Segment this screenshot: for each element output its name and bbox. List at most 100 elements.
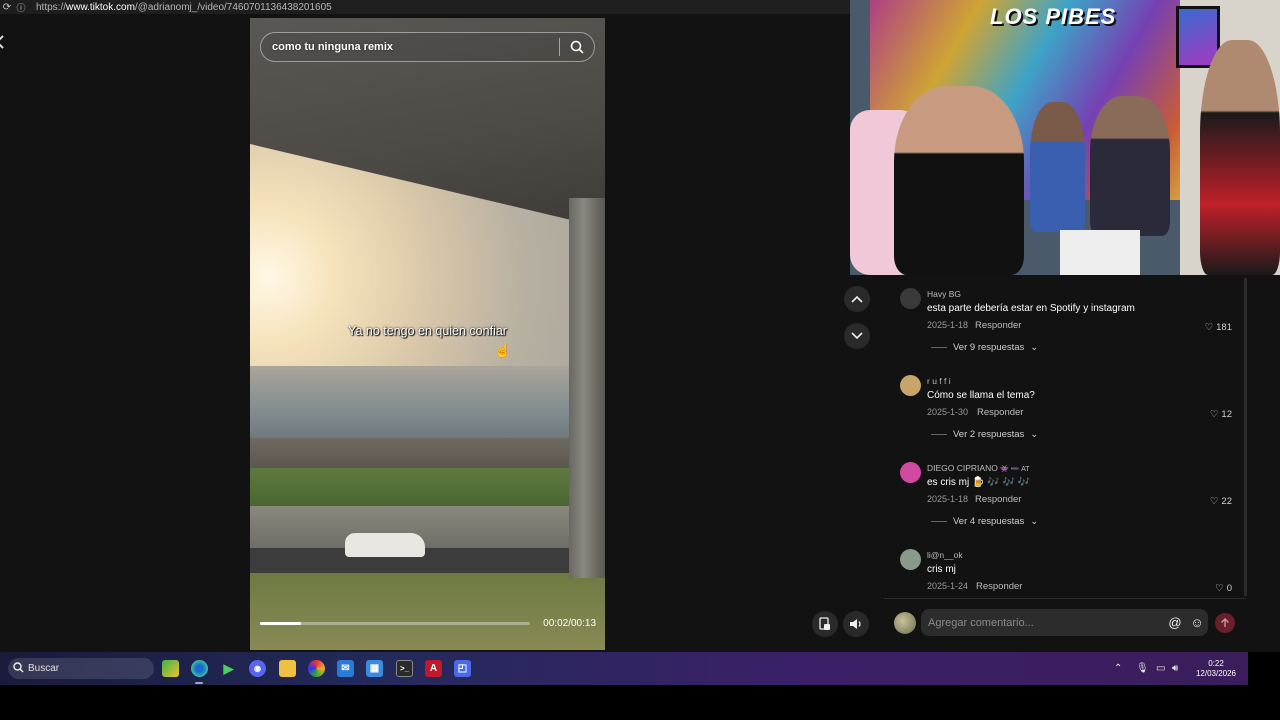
current-user-avatar[interactable]: [894, 612, 916, 634]
reload-icon[interactable]: ⟳: [0, 2, 14, 13]
screen-border: [1248, 652, 1280, 685]
active-app-indicator: [195, 682, 203, 684]
like-button[interactable]: ♡ 181: [1205, 322, 1232, 333]
video-frame-lawn: [250, 573, 605, 650]
comment-avatar[interactable]: [900, 288, 921, 309]
comment-date: 2025-1-30: [927, 407, 969, 417]
webcam-table: [1060, 230, 1140, 275]
comment-text: Cómo se llama el tema?: [927, 390, 1035, 401]
comment-input-box[interactable]: @ ☺: [921, 609, 1208, 636]
comment-avatar[interactable]: [900, 549, 921, 570]
like-button[interactable]: ♡ 12: [1210, 409, 1232, 420]
terminal-icon[interactable]: >_: [396, 660, 413, 677]
chevron-down-icon: ⌄: [1030, 429, 1039, 440]
heart-icon: ♡: [1204, 322, 1214, 333]
video-timecode: 00:02/00:13: [543, 618, 596, 629]
taskbar: Buscar ▶ ◉ ✉ ▦ >_ A ◰ ⌃ 🎙︎ ▭ 🔊︎ 0:22 12/…: [0, 652, 1248, 685]
comment-username[interactable]: Havy BG: [927, 289, 961, 299]
volume-button[interactable]: [843, 611, 869, 637]
play-store-icon[interactable]: ▶: [220, 660, 237, 677]
screen-border: [0, 685, 1280, 720]
comments-list[interactable]: Havy BG esta parte debería estar en Spot…: [884, 278, 1246, 596]
video-frame-wall: [250, 506, 605, 548]
clock-time: 0:22: [1208, 659, 1224, 668]
comment-text: esta parte debería estar en Spotify y in…: [927, 303, 1135, 314]
view-replies-button[interactable]: Ver 2 respuestas ⌄: [931, 429, 1038, 440]
video-search-box[interactable]: como tu ninguna remix: [260, 32, 595, 62]
like-count: 22: [1221, 496, 1232, 507]
reply-button[interactable]: Responder: [975, 494, 1021, 505]
taskbar-search[interactable]: Buscar: [8, 658, 154, 679]
network-icon[interactable]: ▭: [1156, 663, 1165, 674]
view-replies-button[interactable]: Ver 4 respuestas ⌄: [931, 516, 1038, 527]
reply-button[interactable]: Responder: [977, 407, 1023, 418]
microphone-icon[interactable]: 🎙︎: [1136, 663, 1149, 674]
webcam-person: [894, 86, 1024, 275]
comment-input[interactable]: [921, 616, 1164, 629]
acrobat-icon[interactable]: A: [425, 660, 442, 677]
taskbar-clock[interactable]: 0:22 12/03/2026: [1192, 659, 1240, 679]
view-replies-label: Ver 4 respuestas: [953, 516, 1025, 527]
file-explorer-icon[interactable]: [279, 660, 296, 677]
back-arrow-icon[interactable]: [0, 34, 10, 54]
url-text[interactable]: https://www.tiktok.com/@adrianomj_/video…: [28, 2, 332, 13]
next-video-button[interactable]: [844, 323, 870, 349]
heart-icon: ♡: [1209, 496, 1219, 507]
video-player[interactable]: como tu ninguna remix Ya no tengo en qui…: [250, 18, 605, 650]
video-progress-bar[interactable]: [260, 622, 530, 625]
video-frame-pillar: [569, 198, 605, 578]
store-icon[interactable]: ▦: [366, 660, 383, 677]
search-query-text[interactable]: como tu ninguna remix: [261, 41, 559, 53]
comment-avatar[interactable]: [900, 375, 921, 396]
mention-icon[interactable]: @: [1164, 615, 1186, 630]
comment-username[interactable]: li@n__ok: [927, 550, 963, 560]
speaker-icon[interactable]: 🔊︎: [1172, 663, 1178, 674]
comment-date: 2025-1-18: [927, 320, 969, 330]
like-button[interactable]: ♡ 0: [1215, 583, 1232, 594]
divider: [931, 434, 947, 435]
comment-text: cris mj: [927, 564, 956, 575]
video-subtitle: Ya no tengo en quien confiar: [348, 324, 507, 338]
comment-date: 2025-1-18: [927, 494, 969, 504]
comment-username[interactable]: DIEGO CIPRIANO 👾 ➖ AT: [927, 463, 1030, 473]
video-frame-sea: [250, 366, 605, 446]
reply-button[interactable]: Responder: [976, 581, 1022, 592]
mail-icon[interactable]: ✉: [337, 660, 354, 677]
emoji-icon[interactable]: ☺: [1186, 615, 1208, 630]
webcam-person: [1090, 96, 1170, 236]
view-replies-label: Ver 9 respuestas: [953, 342, 1025, 353]
chevron-down-icon: ⌄: [1030, 516, 1039, 527]
edge-browser-icon[interactable]: [191, 660, 208, 677]
like-button[interactable]: ♡ 22: [1210, 496, 1232, 507]
video-progress-fill: [260, 622, 301, 625]
show-hidden-icons-button[interactable]: ⌃: [1114, 663, 1122, 674]
webcam-person: [1030, 102, 1085, 232]
comments-scrollbar[interactable]: [1244, 278, 1247, 596]
app-icon-game[interactable]: [162, 660, 179, 677]
comment-username[interactable]: r u f f i: [927, 376, 951, 386]
send-comment-button[interactable]: [1215, 613, 1235, 633]
discord-icon[interactable]: ◉: [249, 660, 266, 677]
search-icon[interactable]: [560, 40, 594, 54]
heart-icon: ♡: [1209, 409, 1219, 420]
screen: ⟳ ⓘ https://www.tiktok.com/@adrianomj_/v…: [0, 0, 1280, 720]
video-frame-car: [345, 533, 425, 557]
comment-avatar[interactable]: [900, 462, 921, 483]
site-info-icon[interactable]: ⓘ: [14, 1, 28, 14]
view-replies-button[interactable]: Ver 9 respuestas ⌄: [931, 342, 1038, 353]
divider: [931, 347, 947, 348]
like-count: 12: [1221, 409, 1232, 420]
picture-in-picture-button[interactable]: [812, 611, 838, 637]
clock-date: 12/03/2026: [1195, 669, 1237, 678]
previous-video-button[interactable]: [844, 286, 870, 312]
address-bar[interactable]: ⟳ ⓘ https://www.tiktok.com/@adrianomj_/v…: [0, 0, 850, 14]
app-icon[interactable]: ◰: [454, 660, 471, 677]
chrome-icon[interactable]: [308, 660, 325, 677]
webcam-overlay: LOS PIBES: [850, 0, 1280, 275]
taskbar-search-label: Buscar: [28, 663, 60, 674]
heart-icon: ♡: [1215, 583, 1224, 594]
comment-text: es cris mj 🍺 🎶 🎶 🎶: [927, 477, 1031, 488]
reply-button[interactable]: Responder: [975, 320, 1021, 331]
hand-cursor-icon: ☝: [494, 342, 512, 358]
search-icon: [8, 661, 28, 676]
